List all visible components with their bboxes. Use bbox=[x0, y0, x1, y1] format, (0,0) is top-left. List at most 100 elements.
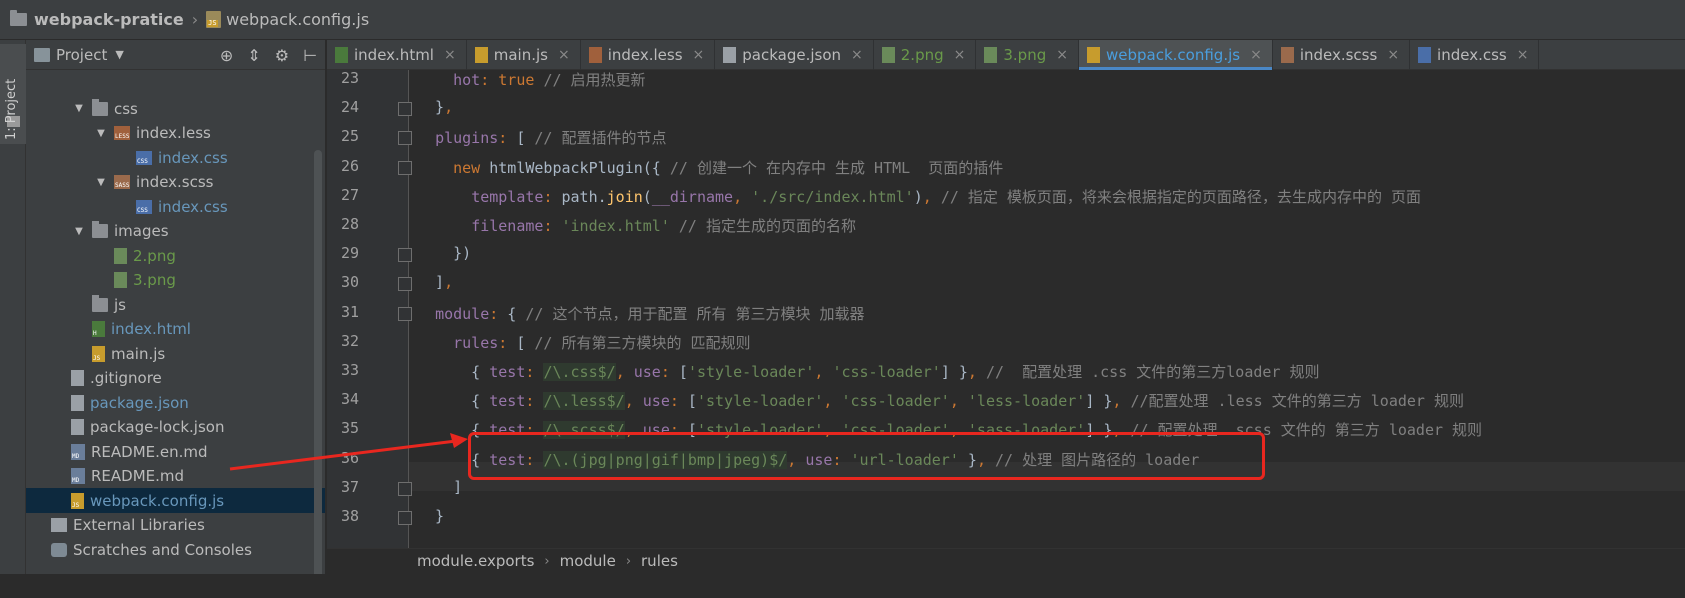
tree-item[interactable]: Hindex.html bbox=[26, 317, 325, 342]
chevron-down-icon[interactable]: ▼ bbox=[94, 128, 108, 139]
vertical-scrollbar[interactable] bbox=[314, 150, 322, 590]
tree-item[interactable]: Scratches and Consoles bbox=[26, 537, 325, 562]
json-icon bbox=[723, 47, 737, 63]
tree-item-label: index.css bbox=[158, 197, 228, 216]
editor-tab-label: 3.png bbox=[1003, 46, 1047, 64]
editor-tab[interactable]: main.js × bbox=[467, 40, 581, 70]
tree-item[interactable]: 2.png bbox=[26, 243, 325, 268]
close-icon[interactable]: × bbox=[1056, 47, 1068, 63]
chevron-right-icon: › bbox=[191, 10, 199, 29]
gear-icon[interactable]: ⚙ bbox=[275, 46, 289, 65]
code-line[interactable]: filename: 'index.html' // 指定生成的页面的名称 bbox=[417, 215, 856, 236]
editor-tab[interactable]: package.json × bbox=[715, 40, 874, 70]
fold-marker-icon[interactable] bbox=[398, 102, 412, 117]
editor-tab[interactable]: index.scss × bbox=[1273, 40, 1411, 70]
close-icon[interactable]: × bbox=[954, 47, 966, 63]
tree-item[interactable]: 3.png bbox=[26, 268, 325, 293]
editor-tab[interactable]: index.html × bbox=[327, 40, 467, 70]
locate-icon[interactable]: ⊕ bbox=[220, 46, 233, 65]
line-number: 34 bbox=[340, 390, 359, 409]
tree-item[interactable]: js bbox=[26, 292, 325, 317]
breadcrumb-item[interactable]: rules bbox=[641, 552, 678, 570]
editor-tab[interactable]: 2.png × bbox=[874, 40, 977, 70]
html-icon: H bbox=[92, 321, 105, 337]
md-icon: MD bbox=[71, 443, 85, 460]
close-icon[interactable]: × bbox=[1517, 47, 1529, 63]
editor-tab[interactable]: index.less × bbox=[581, 40, 716, 70]
json-icon bbox=[71, 394, 84, 411]
code-line[interactable]: } bbox=[417, 507, 444, 525]
close-icon[interactable]: × bbox=[851, 47, 863, 63]
fold-marker-icon[interactable] bbox=[398, 160, 412, 175]
line-number: 29 bbox=[340, 244, 359, 263]
code-line[interactable]: plugins: [ // 配置插件的节点 bbox=[417, 127, 666, 148]
editor-tab[interactable]: index.css × bbox=[1410, 40, 1540, 70]
code-line[interactable]: ], bbox=[417, 273, 453, 291]
css-icon: CSS bbox=[136, 150, 152, 165]
tree-item[interactable]: ▼ SASS index.scss bbox=[26, 170, 325, 195]
close-icon[interactable]: × bbox=[693, 47, 705, 63]
sass-icon: SASS bbox=[114, 175, 130, 189]
chevron-down-icon[interactable]: ▼ bbox=[72, 103, 86, 114]
fold-marker-icon[interactable] bbox=[398, 306, 412, 321]
code-line[interactable]: ] bbox=[417, 478, 462, 496]
hide-icon[interactable]: ⊢ bbox=[303, 46, 317, 65]
breadcrumb-item[interactable]: module bbox=[560, 552, 616, 570]
editor-tab[interactable]: 3.png × bbox=[976, 40, 1079, 70]
breadcrumb-item[interactable]: module.exports bbox=[417, 552, 534, 570]
project-name[interactable]: webpack-pratice bbox=[34, 10, 184, 29]
sass-icon bbox=[1280, 47, 1294, 63]
tree-item[interactable]: ▼ css bbox=[26, 96, 325, 121]
line-number: 32 bbox=[340, 331, 359, 350]
editor-tab-label: main.js bbox=[493, 46, 548, 64]
tree-item-label: README.en.md bbox=[91, 442, 208, 461]
project-tool-tab[interactable]: 1: Project bbox=[0, 44, 26, 144]
code-line[interactable]: rules: [ // 所有第三方模块的 匹配规则 bbox=[417, 332, 750, 353]
code-line[interactable]: new htmlWebpackPlugin({ // 创建一个 在内存中 生成 … bbox=[417, 157, 1003, 178]
code-line[interactable]: { test: /\.less$/, use: ['style-loader',… bbox=[417, 390, 1464, 411]
tree-item[interactable]: package.json bbox=[26, 390, 325, 415]
code-line[interactable]: hot: true // 启用热更新 bbox=[417, 70, 645, 90]
code-line[interactable]: }) bbox=[417, 244, 471, 262]
tree-item[interactable]: JS main.js bbox=[26, 341, 325, 366]
folder-icon bbox=[92, 221, 108, 238]
folder-icon bbox=[10, 10, 27, 26]
fold-marker-icon[interactable] bbox=[398, 511, 412, 525]
tree-item[interactable]: CSS index.css bbox=[26, 194, 325, 219]
chevron-down-icon[interactable]: ▼ bbox=[72, 226, 86, 237]
fold-marker-icon[interactable] bbox=[398, 481, 412, 496]
js-icon: JS bbox=[71, 492, 84, 509]
code-line[interactable]: }, bbox=[417, 98, 453, 116]
project-tool-tab-label: 1: Project bbox=[4, 78, 19, 140]
editor-tabs: index.html × main.js × index.less × package.js… bbox=[327, 40, 1685, 70]
close-icon[interactable]: × bbox=[558, 47, 570, 63]
tree-item[interactable]: .gitignore bbox=[26, 366, 325, 391]
bottom-bar bbox=[0, 574, 1685, 598]
editor-tab[interactable]: webpack.config.js × bbox=[1078, 40, 1273, 70]
line-number: 31 bbox=[340, 302, 359, 321]
tree-item[interactable]: ▼ images bbox=[26, 219, 325, 244]
chevron-down-icon[interactable]: ▼ bbox=[94, 177, 108, 188]
collapse-all-icon[interactable]: ⇕ bbox=[247, 46, 260, 65]
code-line[interactable]: { test: /\.css$/, use: ['style-loader', … bbox=[417, 361, 1320, 382]
code-line[interactable]: module: { // 这个节点，用于配置 所有 第三方模块 加载器 bbox=[417, 303, 865, 324]
png-icon bbox=[881, 47, 895, 63]
project-view-selector[interactable]: Project bbox=[56, 46, 107, 64]
close-icon[interactable]: × bbox=[444, 47, 456, 63]
tree-item[interactable]: JS webpack.config.js bbox=[26, 488, 325, 513]
tree-item[interactable]: CSS index.css bbox=[26, 145, 325, 170]
chevron-right-icon: › bbox=[625, 553, 632, 569]
tree-item[interactable]: ▼ LESS index.less bbox=[26, 121, 325, 146]
current-file-name[interactable]: webpack.config.js bbox=[226, 10, 369, 29]
close-icon[interactable]: × bbox=[1250, 47, 1262, 63]
fold-marker-icon[interactable] bbox=[398, 248, 412, 263]
fold-marker-icon[interactable] bbox=[398, 131, 412, 146]
fold-marker-icon[interactable] bbox=[398, 277, 412, 292]
tree-item-label: 3.png bbox=[133, 271, 176, 289]
tree-item[interactable]: External Libraries bbox=[26, 513, 325, 538]
code-line[interactable]: template: path.join(__dirname, './src/in… bbox=[417, 186, 1421, 207]
tree-item-label: index.scss bbox=[136, 173, 214, 191]
line-number: 24 bbox=[340, 98, 359, 117]
close-icon[interactable]: × bbox=[1387, 47, 1399, 63]
chevron-down-icon[interactable]: ▼ bbox=[115, 48, 123, 61]
